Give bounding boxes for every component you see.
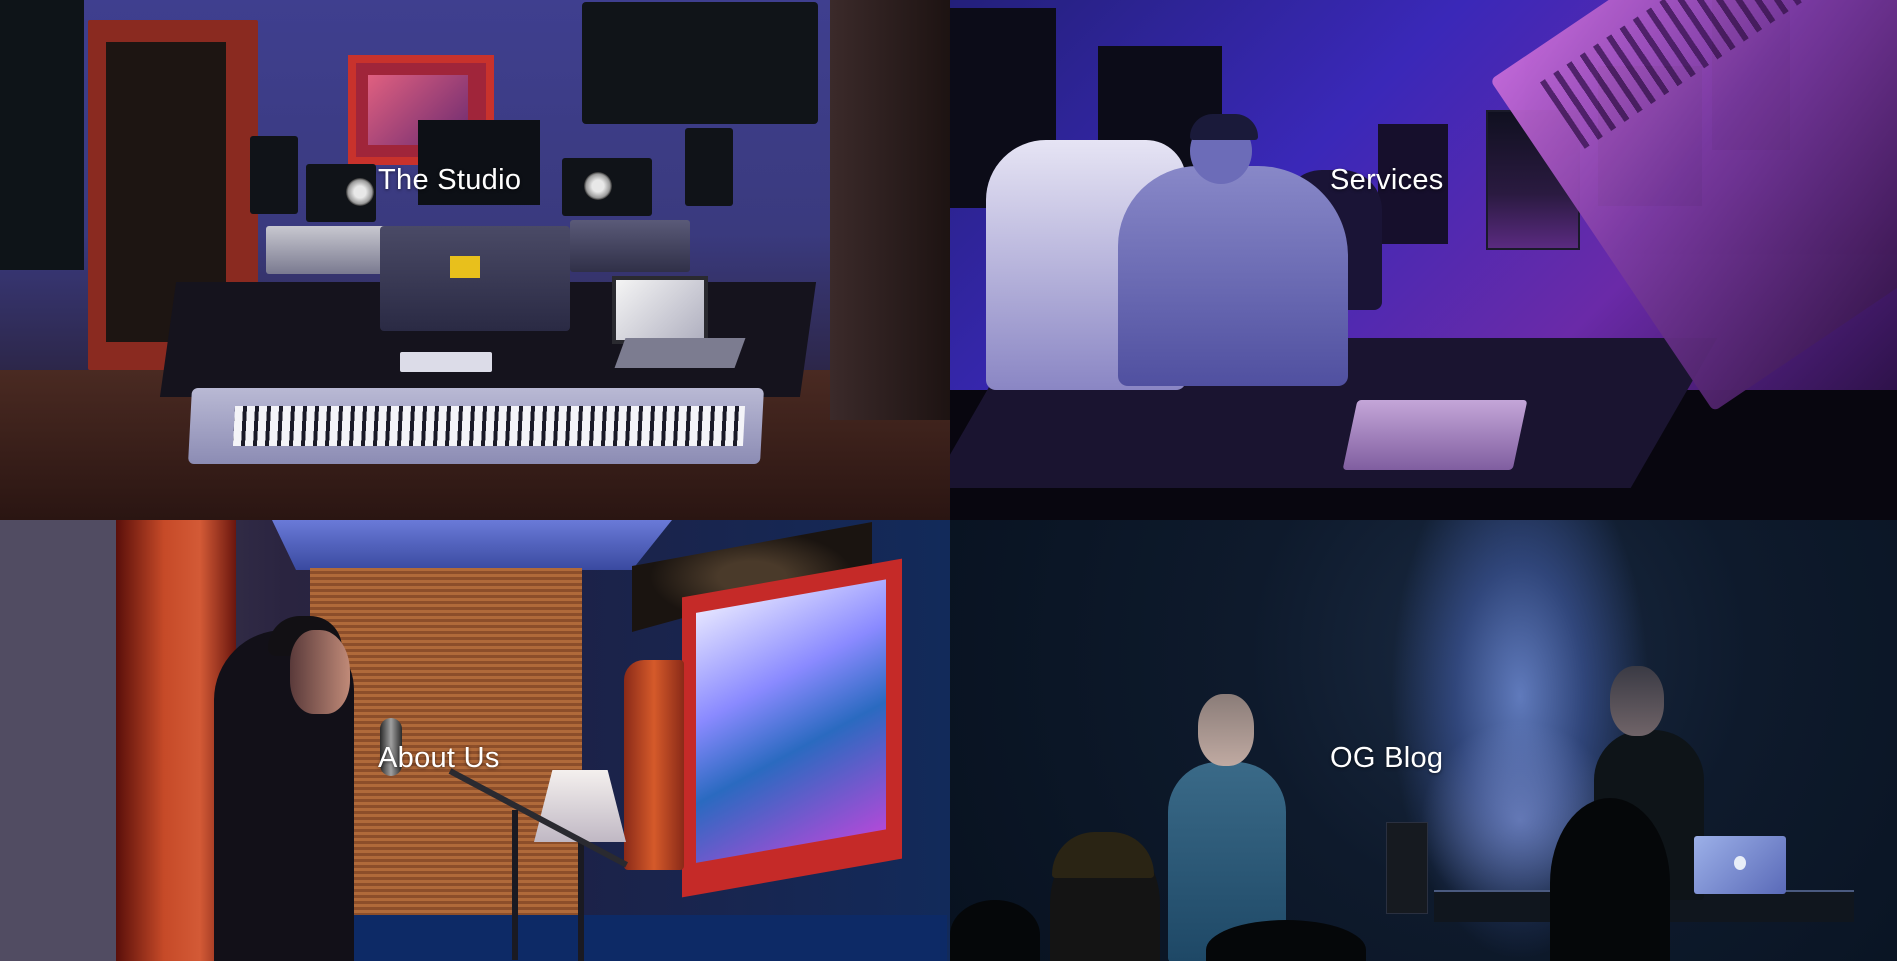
tile-label-og-blog: OG Blog (1330, 742, 1444, 774)
about-us-photo (0, 520, 950, 961)
navigation-tile-grid: The Studio Services About Us OG Blog (0, 0, 1897, 961)
tile-about-us[interactable]: About Us (0, 520, 950, 961)
tile-label-the-studio: The Studio (378, 164, 522, 196)
tile-services[interactable]: Services (950, 0, 1897, 520)
studio-photo (0, 0, 950, 520)
tile-label-about-us: About Us (378, 742, 500, 774)
tile-og-blog[interactable]: OG Blog (950, 520, 1897, 961)
tile-the-studio[interactable]: The Studio (0, 0, 950, 520)
og-blog-photo (950, 520, 1897, 961)
services-photo (950, 0, 1897, 520)
tile-label-services: Services (1330, 164, 1444, 196)
